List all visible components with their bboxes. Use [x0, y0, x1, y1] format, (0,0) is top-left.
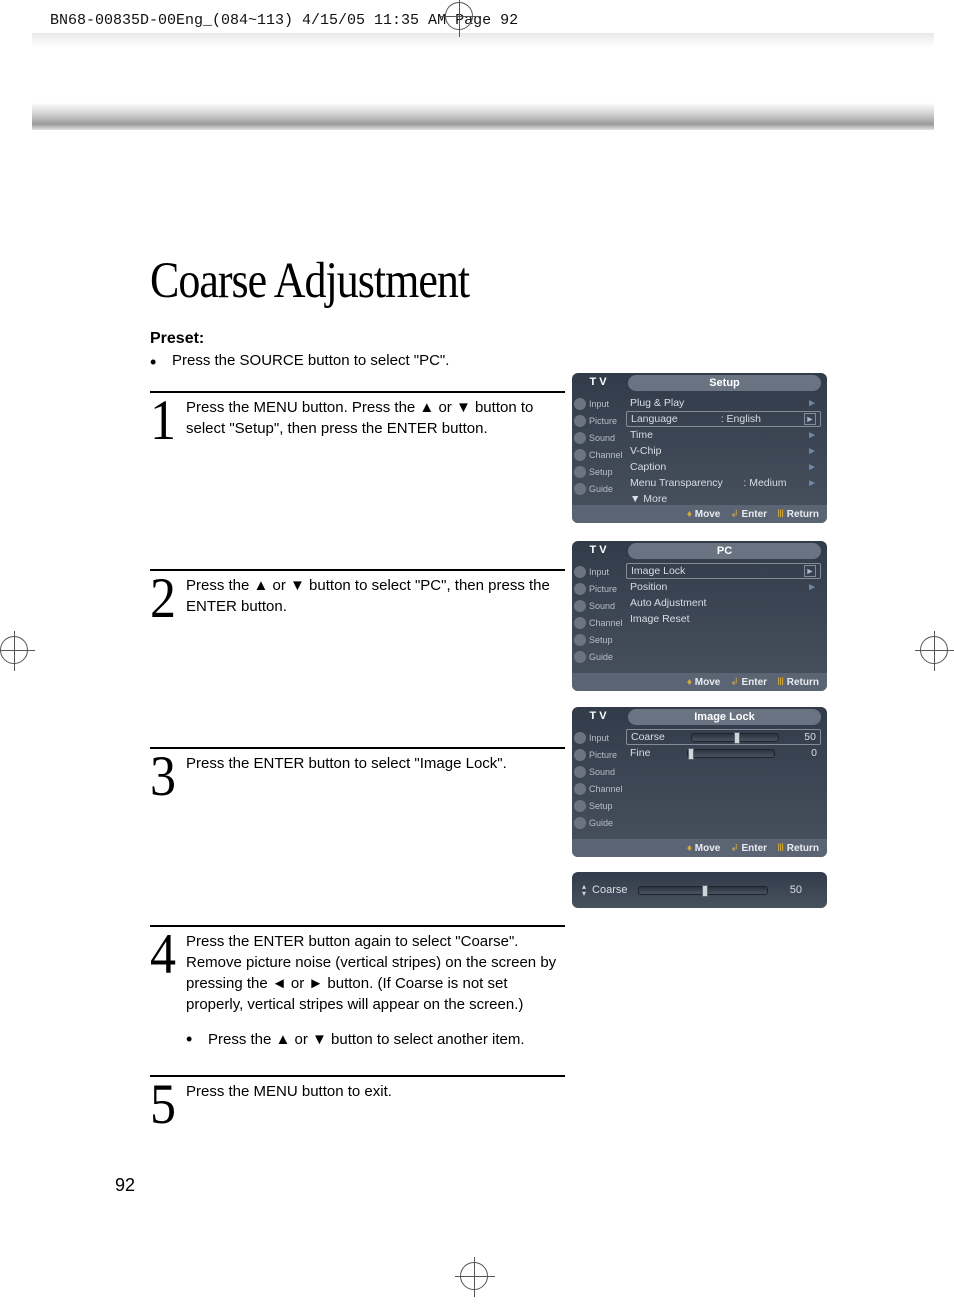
- step-text: Press the MENU button to exit.: [186, 1081, 565, 1125]
- step-5: 5 Press the MENU button to exit.: [150, 1075, 565, 1125]
- coarse-value: 50: [776, 884, 802, 896]
- osd-tv-label: T V: [572, 373, 624, 393]
- bullet-icon: [186, 1029, 208, 1051]
- page-title: Coarse Adjustment: [150, 251, 830, 310]
- osd-title-pill: Image Lock: [628, 709, 821, 725]
- step-text: Press the ▲ or ▼ button to select "PC", …: [186, 575, 565, 619]
- page-number: 92: [115, 1175, 135, 1196]
- step-number: 1: [150, 397, 186, 445]
- updown-arrows-icon: ▴▾: [582, 883, 586, 897]
- osd-sidebar: Input Picture Sound Channel Setup Guide: [572, 727, 622, 839]
- osd-title-pill: PC: [628, 543, 821, 559]
- coarse-label: Coarse: [592, 884, 638, 896]
- step-2: 2 Press the ▲ or ▼ button to select "PC"…: [150, 569, 565, 619]
- osd-footer: ♦ Move ↲ Enter Ⅲ Return: [572, 673, 827, 691]
- osd-coarse-slider-bar: ▴▾ Coarse 50: [572, 872, 827, 908]
- step-4-main: Press the ENTER button again to select "…: [186, 933, 556, 1013]
- osd-footer: ♦ Move ↲ Enter Ⅲ Return: [572, 839, 827, 857]
- registration-mark-icon: [920, 636, 948, 664]
- step-text: Press the ENTER button again to select "…: [186, 931, 565, 1051]
- osd-pc-menu: T V PC Input Picture Sound Channel Setup…: [572, 541, 827, 691]
- osd-tv-label: T V: [572, 541, 624, 561]
- registration-mark-icon: [445, 2, 473, 30]
- step-number: 4: [150, 931, 186, 1063]
- preset-heading: Preset:: [150, 330, 830, 348]
- step-1: 1 Press the MENU button. Press the ▲ or …: [150, 391, 565, 441]
- osd-sidebar: Input Picture Sound Channel Setup Guide: [572, 561, 622, 673]
- step-number: 2: [150, 575, 186, 623]
- step-text: Press the ENTER button to select "Image …: [186, 753, 565, 797]
- bullet-icon: [150, 352, 172, 373]
- step-3: 3 Press the ENTER button to select "Imag…: [150, 747, 565, 797]
- step-4-sub: Press the ▲ or ▼ button to select anothe…: [208, 1029, 525, 1051]
- osd-image-lock-menu: T V Image Lock Input Picture Sound Chann…: [572, 707, 827, 857]
- step-number: 3: [150, 753, 186, 801]
- step-number: 5: [150, 1081, 186, 1129]
- step-text: Press the MENU button. Press the ▲ or ▼ …: [186, 397, 565, 441]
- osd-tv-label: T V: [572, 707, 624, 727]
- registration-mark-icon: [0, 636, 28, 664]
- osd-footer: ♦ Move ↲ Enter Ⅲ Return: [572, 505, 827, 523]
- registration-mark-icon: [460, 1262, 488, 1290]
- osd-title-pill: Setup: [628, 375, 821, 391]
- decorative-gradient-band: [32, 32, 934, 130]
- preset-text: Press the SOURCE button to select "PC".: [172, 352, 449, 373]
- step-4: 4 Press the ENTER button again to select…: [150, 925, 565, 1051]
- osd-setup-menu: T V Setup Input Picture Sound Channel Se…: [572, 373, 827, 523]
- preset-row: Press the SOURCE button to select "PC".: [150, 352, 830, 373]
- osd-sidebar: Input Picture Sound Channel Setup Guide: [572, 393, 622, 505]
